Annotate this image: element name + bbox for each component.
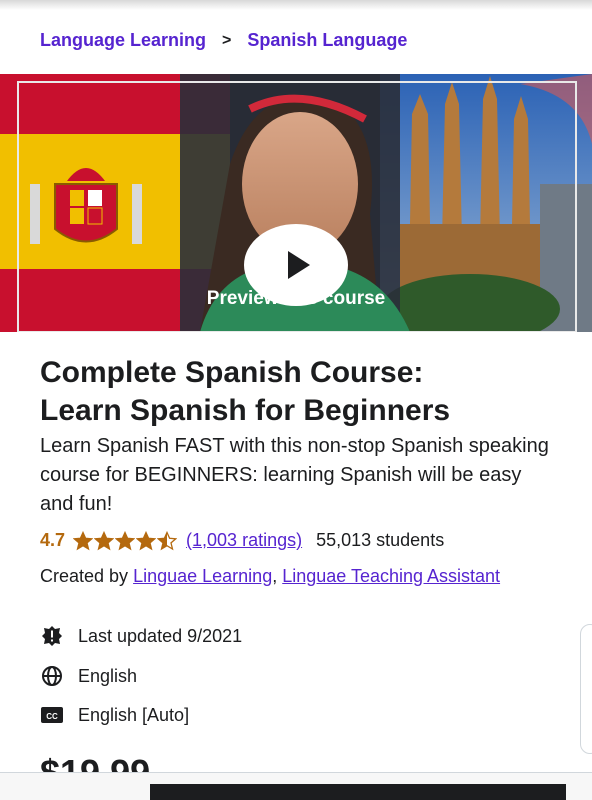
star-icon xyxy=(157,530,178,550)
instructor-link-linguae-learning[interactable]: Linguae Learning xyxy=(133,566,272,586)
play-icon xyxy=(288,251,310,279)
course-preview-video[interactable]: Preview this course xyxy=(0,74,592,332)
captions-row: CC English [Auto] xyxy=(40,703,189,727)
course-headline: Learn Spanish FAST with this non-stop Sp… xyxy=(40,435,549,515)
instructor-separator: , xyxy=(272,566,278,586)
closed-captions-icon: CC xyxy=(40,703,64,727)
breadcrumb-language-learning[interactable]: Language Learning xyxy=(40,30,206,51)
globe-icon xyxy=(40,664,64,688)
course-title: Complete Spanish Course: Learn Spanish f… xyxy=(40,354,560,430)
star-icon xyxy=(136,530,157,550)
created-by: Created by Linguae Learning, Linguae Tea… xyxy=(40,564,560,589)
svg-text:CC: CC xyxy=(46,712,58,721)
breadcrumb: Language Learning > Spanish Language xyxy=(40,30,407,51)
buy-now-button[interactable] xyxy=(150,784,566,800)
language-row: English xyxy=(40,664,137,688)
created-by-prefix: Created by xyxy=(40,566,129,586)
star-icon xyxy=(94,530,115,550)
rating-row: 4.7 (1,003 ratings) 55,013 students xyxy=(40,530,444,551)
students-count: 55,013 students xyxy=(316,530,445,550)
instructor-link-linguae-teaching-assistant[interactable]: Linguae Teaching Assistant xyxy=(282,566,500,586)
star-icon xyxy=(73,530,94,550)
ratings-count-link[interactable]: (1,003 ratings) xyxy=(186,530,302,551)
side-panel-edge xyxy=(580,624,592,754)
star-rating xyxy=(73,530,178,551)
course-title-line2: Learn Spanish for Beginners xyxy=(40,394,451,427)
captions-text: English [Auto] xyxy=(78,704,190,725)
rating-value: 4.7 xyxy=(40,530,66,550)
star-icon xyxy=(115,530,136,550)
alert-badge-icon xyxy=(40,624,64,648)
preview-course-label[interactable]: Preview this course xyxy=(0,288,592,310)
topbar-shadow xyxy=(0,0,592,10)
breadcrumb-spanish-language[interactable]: Spanish Language xyxy=(247,30,407,51)
course-title-line1: Complete Spanish Course: xyxy=(40,356,424,389)
breadcrumb-separator: > xyxy=(222,31,232,49)
last-updated-row: Last updated 9/2021 xyxy=(40,624,242,648)
language-text: English xyxy=(78,665,138,686)
last-updated-text: Last updated 9/2021 xyxy=(78,625,243,646)
